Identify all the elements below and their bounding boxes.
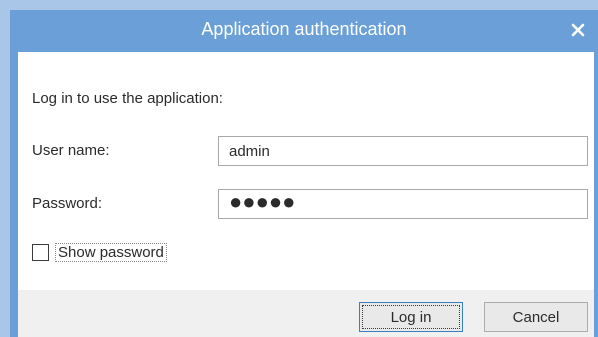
password-field[interactable]: ●●●●● <box>218 189 588 219</box>
title-bar[interactable]: Application authentication <box>10 10 598 52</box>
close-icon <box>571 23 585 37</box>
show-password-checkbox[interactable] <box>32 244 49 261</box>
intro-text: Log in to use the application: <box>32 90 223 107</box>
dialog-footer: Log in Cancel <box>18 290 594 337</box>
show-password-label[interactable]: Show password <box>55 243 167 262</box>
dialog-title: Application authentication <box>201 19 407 39</box>
close-button[interactable] <box>564 16 592 44</box>
username-label: User name: <box>32 142 110 159</box>
show-password-toggle[interactable]: Show password <box>32 243 167 262</box>
password-value: ●●●●● <box>229 189 296 214</box>
login-button[interactable]: Log in <box>359 302 463 332</box>
auth-dialog: Application authentication Log in to use… <box>10 10 598 337</box>
password-label: Password: <box>32 195 103 212</box>
cancel-button[interactable]: Cancel <box>484 302 588 332</box>
username-value: admin <box>229 142 270 160</box>
username-field[interactable]: admin <box>218 136 588 166</box>
dialog-body: Log in to use the application: User name… <box>18 52 594 337</box>
